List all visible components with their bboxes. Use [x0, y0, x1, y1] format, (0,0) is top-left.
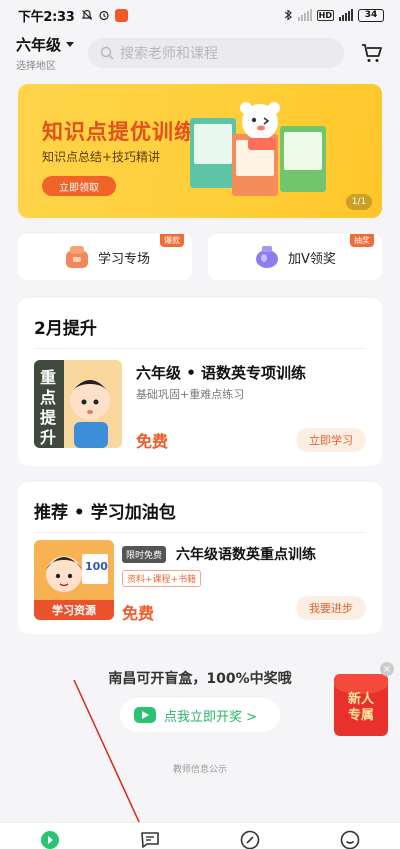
search-placeholder: 搜索老师和课程 [120, 46, 218, 62]
hot-tag: 爆款 [160, 234, 184, 247]
thumb-label: 学习资源 [52, 604, 96, 617]
grade-label: 六年级 [16, 36, 62, 54]
start-learning-button[interactable]: 立即学习 [296, 428, 366, 452]
mute-bell-icon [81, 9, 92, 20]
banner-pager: 1/1 [346, 194, 372, 210]
newbie-line-2: 专属 [347, 708, 374, 723]
resource-price: 免费 [122, 604, 155, 623]
search-icon [100, 46, 114, 60]
gift-bag-icon [66, 246, 88, 268]
message-icon[interactable] [139, 829, 161, 849]
section-feb-card: 2月提升 重 点 提 升 六年级 • 语数英专项训练 基础巩固+重难点练习 免费… [18, 298, 382, 466]
limited-free-tag: 限时免费 [122, 546, 167, 563]
region-label: 选择地区 [16, 61, 56, 72]
lottery-tag: 抽奖 [350, 234, 374, 247]
bluetooth-icon [284, 9, 292, 21]
close-icon[interactable]: × [380, 662, 394, 676]
purple-pot-icon [256, 246, 278, 268]
banner-subtitle: 知识点总结+技巧精讲 [42, 150, 161, 164]
teacher-info-link[interactable]: 教师信息公示 [0, 762, 400, 775]
course-title[interactable]: 六年级 • 语数英专项训练 [136, 362, 306, 383]
divider [34, 532, 366, 533]
profile-icon[interactable] [339, 829, 361, 849]
battery-icon: 34 [358, 8, 384, 22]
progress-button[interactable]: 我要进步 [296, 596, 366, 620]
course-subtitle: 基础巩固+重难点练习 [136, 388, 245, 401]
quick-entry-vip[interactable]: 加V领奖 抽奖 [208, 234, 382, 280]
bottom-tab-bar [0, 822, 400, 849]
banner-claim-button[interactable]: 立即领取 [42, 176, 116, 196]
section-title: 推荐 • 学习加油包 [34, 503, 176, 523]
hd-icon: HD [316, 9, 334, 21]
thumb-number: 100 [85, 560, 108, 573]
open-prize-label: 点我立即开奖 > [164, 709, 258, 725]
search-input[interactable]: 搜索老师和课程 [88, 38, 344, 68]
resource-thumbnail[interactable]: 100 学习资源 [34, 540, 114, 620]
status-time: 下午2:33 [18, 9, 75, 25]
alarm-icon [98, 10, 109, 21]
quick-entry-label: 学习专场 [98, 251, 151, 267]
divider [34, 348, 366, 349]
banner-books-illustration [190, 102, 326, 196]
cart-icon[interactable] [360, 41, 384, 65]
status-bar: 下午2:33 HD 34 [0, 0, 400, 30]
app-notification-icon [114, 8, 128, 22]
grade-selector[interactable]: 六年级 选择地区 [16, 34, 82, 72]
thumb-char-4: 升 [40, 428, 57, 447]
caret-down-icon [66, 42, 75, 47]
play-icon [134, 707, 156, 723]
open-prize-button[interactable]: 点我立即开奖 > [120, 698, 280, 732]
newbie-exclusive-badge[interactable]: 新人 专属 × [334, 662, 396, 740]
top-header: 六年级 选择地区 搜索老师和课程 [0, 30, 400, 76]
resource-title[interactable]: 六年级语数英重点训练 [176, 544, 316, 564]
promo-banner[interactable]: 知识点提优训练 知识点总结+技巧精讲 立即领取 1/1 [18, 84, 382, 218]
signal-2-icon [339, 9, 353, 21]
quick-entry-label: 加V领奖 [288, 251, 336, 267]
course-thumbnail[interactable]: 重 点 提 升 [34, 360, 122, 448]
resource-tags: 资料+课程+书籍 [122, 570, 202, 587]
study-icon[interactable] [239, 829, 261, 849]
quick-entry-study[interactable]: 学习专场 爆款 [18, 234, 192, 280]
newbie-line-1: 新人 [347, 692, 374, 707]
home-icon[interactable] [39, 829, 61, 849]
section-recommend-card: 推荐 • 学习加油包 100 学习资源 限时免费 六年级语数英重点训练 资料+课… [18, 482, 382, 634]
signal-1-icon [297, 9, 312, 21]
section-title: 2月提升 [34, 319, 97, 339]
course-price: 免费 [136, 432, 169, 451]
